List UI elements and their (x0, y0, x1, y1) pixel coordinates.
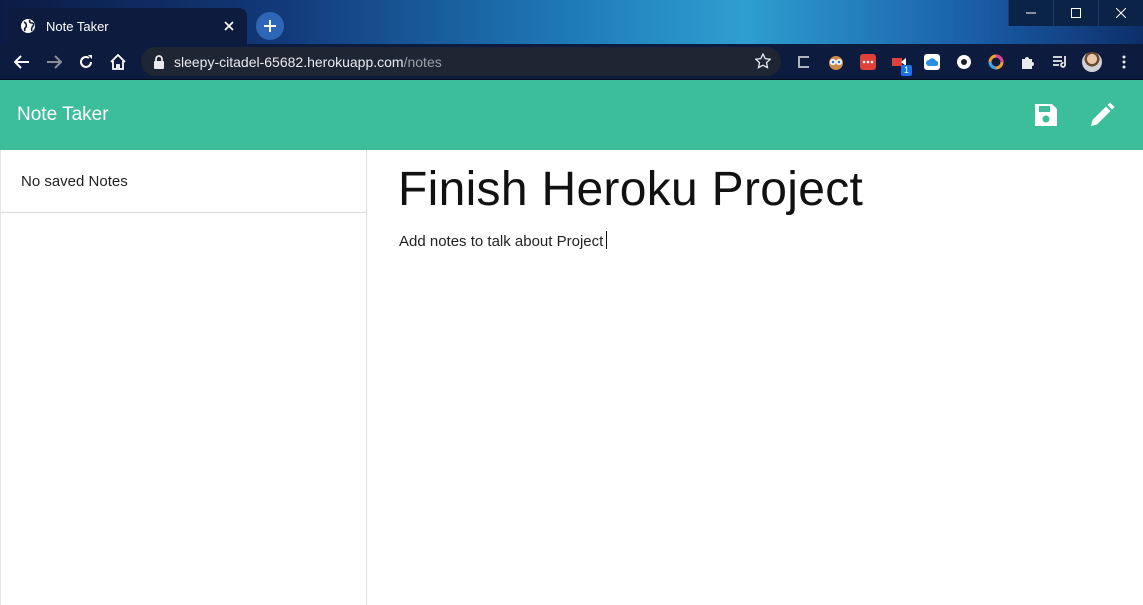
url-host: sleepy-citadel-65682.herokuapp.com (174, 53, 404, 70)
close-tab-icon[interactable] (221, 18, 237, 34)
note-text: Add notes to talk about Project (399, 233, 604, 250)
text-caret (606, 231, 608, 249)
globe-icon (20, 18, 36, 34)
url-text: sleepy-citadel-65682.herokuapp.com/notes (174, 54, 442, 70)
reading-list-icon[interactable] (1044, 46, 1076, 78)
save-icon[interactable] (1031, 100, 1061, 130)
extension-cloud-icon[interactable] (916, 46, 948, 78)
url-path: /notes (403, 53, 442, 70)
reload-icon[interactable] (70, 46, 102, 78)
home-icon[interactable] (102, 46, 134, 78)
minimize-button[interactable] (1008, 0, 1053, 26)
list-item: No saved Notes (1, 150, 366, 213)
note-title-input[interactable]: Finish Heroku Project (398, 162, 863, 217)
empty-notes-message: No saved Notes (21, 173, 128, 190)
maximize-button[interactable] (1053, 0, 1098, 26)
note-textarea[interactable]: Add notes to talk about Project (399, 231, 608, 250)
back-icon[interactable] (6, 46, 38, 78)
notes-sidebar: No saved Notes (0, 150, 367, 605)
extension-badge: 1 (900, 65, 912, 76)
extension-dots-icon[interactable] (852, 46, 884, 78)
app-navbar: Note Taker (0, 80, 1143, 150)
forward-icon[interactable] (38, 46, 70, 78)
browser-tab[interactable]: Note Taker (8, 8, 247, 44)
bookmark-star-icon[interactable] (755, 53, 771, 69)
extensions-puzzle-icon[interactable] (1012, 46, 1044, 78)
extension-owl-icon[interactable] (820, 46, 852, 78)
extensions-area: 1 (788, 44, 1140, 80)
close-window-button[interactable] (1098, 0, 1143, 26)
profile-avatar[interactable] (1076, 46, 1108, 78)
avatar (1082, 52, 1102, 72)
lock-icon (153, 54, 165, 69)
browser-tab-strip: Note Taker (0, 0, 1143, 44)
address-bar[interactable]: sleepy-citadel-65682.herokuapp.com/notes (141, 47, 781, 76)
pencil-icon[interactable] (1087, 100, 1117, 130)
window-controls (1008, 0, 1143, 26)
extension-color-ring-icon[interactable] (980, 46, 1012, 78)
extension-c-icon[interactable] (788, 46, 820, 78)
note-editor: Finish Heroku Project Add notes to talk … (367, 150, 1143, 605)
tab-title: Note Taker (46, 18, 109, 34)
extension-circle-icon[interactable] (948, 46, 980, 78)
browser-toolbar: sleepy-citadel-65682.herokuapp.com/notes… (0, 44, 1143, 80)
extension-share-icon[interactable]: 1 (884, 46, 916, 78)
browser-menu-icon[interactable] (1108, 46, 1140, 78)
new-tab-button[interactable] (256, 12, 284, 40)
app-brand[interactable]: Note Taker (17, 104, 109, 126)
